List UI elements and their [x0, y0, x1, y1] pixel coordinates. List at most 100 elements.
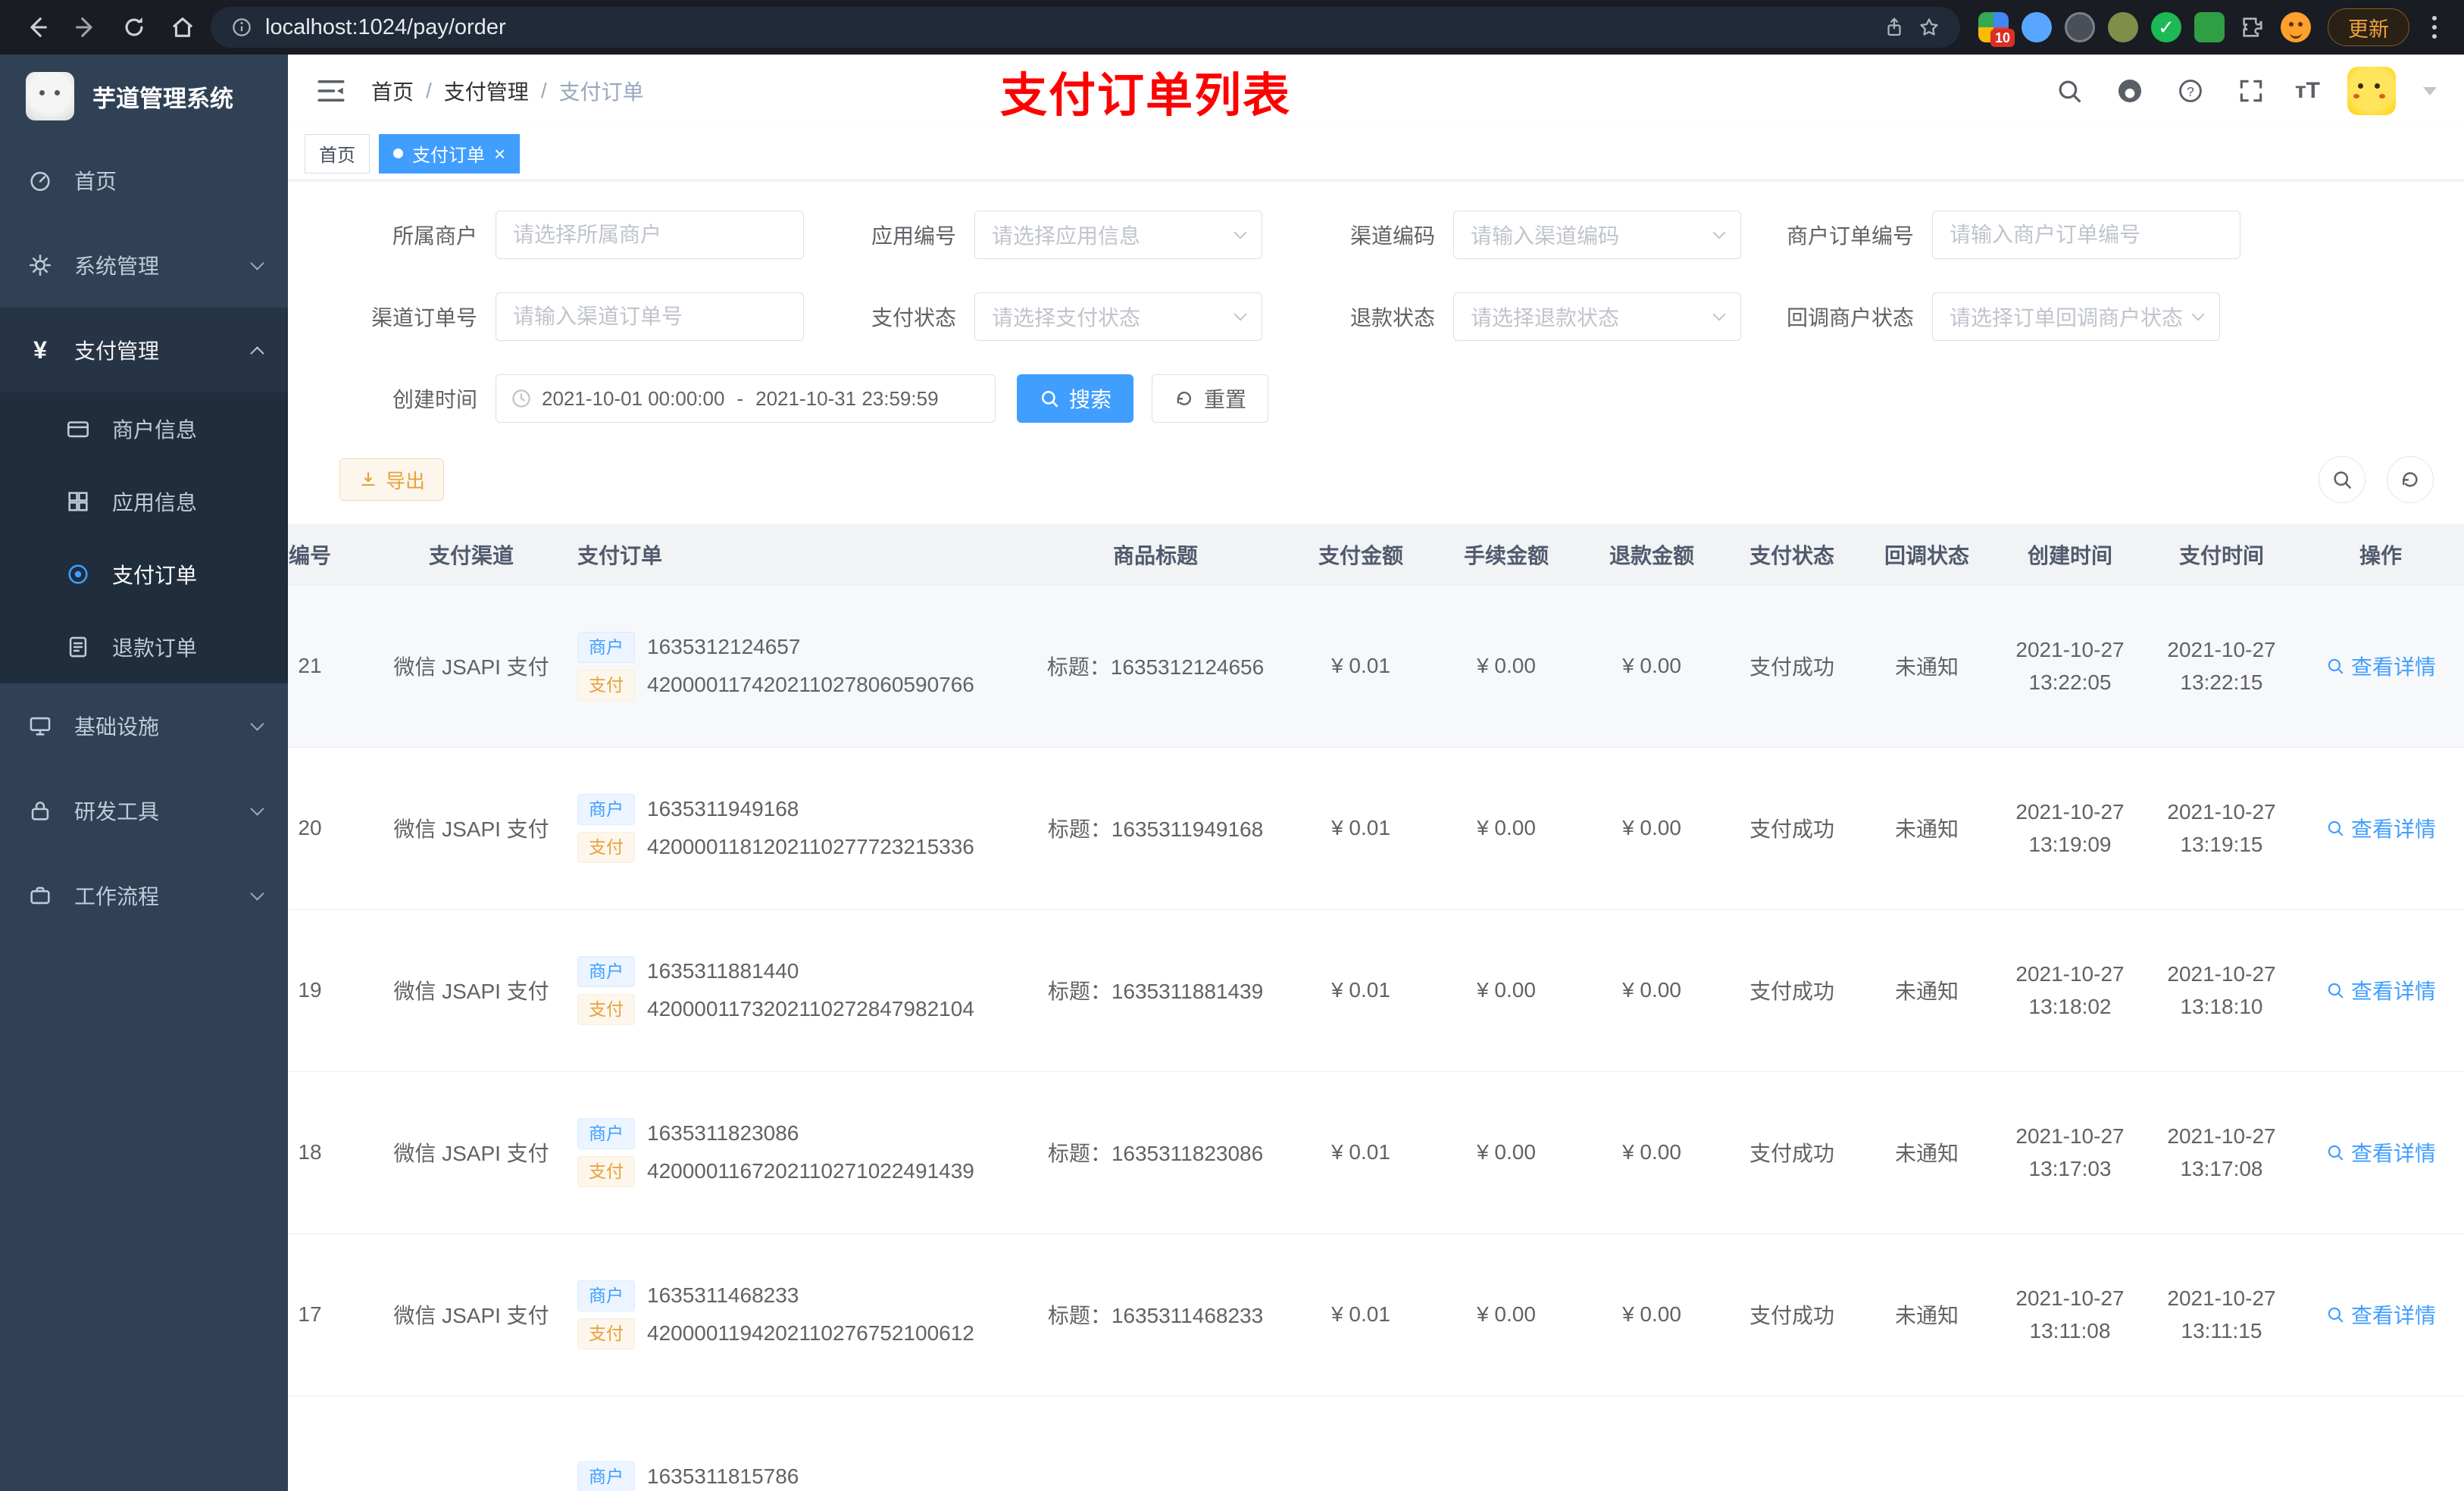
sidebar-item-dev-tools[interactable]: 研发工具	[0, 768, 288, 853]
filter-field-merchant-order-no: 商户订单编号	[1755, 211, 2240, 259]
active-dot	[393, 148, 403, 158]
extension-check-icon[interactable]: ✓	[2151, 12, 2181, 42]
sidebar-item-infrastructure[interactable]: 基础设施	[0, 683, 288, 768]
browser-menu-icon[interactable]	[2422, 16, 2447, 39]
table-header-row: 编号 支付渠道 支付订单 商品标题 支付金额 手续金额 退款金额 支付状态 回调…	[288, 524, 2464, 586]
bank-card-icon	[64, 414, 92, 443]
app-logo[interactable]: 芋道管理系统	[0, 55, 288, 138]
sidebar-item-app-info[interactable]: 应用信息	[0, 465, 288, 538]
view-detail-link[interactable]: 查看详情	[2325, 813, 2436, 843]
breadcrumb-home[interactable]: 首页	[371, 76, 414, 106]
chevron-down-icon	[250, 801, 264, 816]
sidebar: 芋道管理系统 首页 系统管理 ¥ 支付管理 商户信息 应用信息 支付订单 退款订…	[0, 55, 288, 1491]
merchant-order-no-field[interactable]	[1950, 223, 2223, 247]
date-range-picker[interactable]: 2021-10-01 00:00:00 - 2021-10-31 23:59:5…	[496, 374, 996, 423]
merchant-tag: 商户	[577, 1280, 635, 1311]
sidebar-item-merchant-info[interactable]: 商户信息	[0, 392, 288, 465]
orders-table: 编号 支付渠道 支付订单 商品标题 支付金额 手续金额 退款金额 支付状态 回调…	[288, 524, 2464, 1491]
extensions-puzzle-icon[interactable]	[2237, 12, 2268, 42]
filter-label: 创建时间	[392, 388, 477, 411]
sidebar-item-refund-order[interactable]: 退款订单	[0, 611, 288, 683]
sidebar-item-pay-order[interactable]: 支付订单	[0, 538, 288, 611]
share-icon[interactable]	[1883, 16, 1906, 39]
breadcrumb-section[interactable]: 支付管理	[444, 76, 529, 106]
bookmark-star-icon[interactable]	[1918, 16, 1940, 39]
search-icon[interactable]	[2053, 74, 2086, 108]
close-icon[interactable]: ×	[494, 144, 505, 164]
app-title: 芋道管理系统	[92, 85, 233, 112]
browser-forward-button[interactable]	[65, 7, 106, 48]
search-icon	[2334, 471, 2351, 489]
table-toolbar: 导出	[318, 456, 2434, 503]
refund-status-select[interactable]: 请选择退款状态	[1453, 292, 1741, 341]
help-icon[interactable]: ?	[2174, 74, 2207, 108]
view-detail-link[interactable]: 查看详情	[2325, 1299, 2436, 1330]
extension-green-square-icon[interactable]	[2194, 12, 2225, 42]
filter-field-app: 应用编号 请选择应用信息	[797, 211, 1262, 259]
extension-dark-icon[interactable]	[2065, 12, 2095, 42]
extension-colorful-icon[interactable]: 10	[1978, 12, 2015, 47]
refresh-icon	[2403, 472, 2418, 487]
merchant-order-no-input[interactable]	[1932, 211, 2240, 259]
col-channel: 支付渠道	[374, 524, 568, 586]
date-end-value[interactable]: 2021-10-31 23:59:59	[755, 387, 938, 411]
view-detail-link[interactable]: 查看详情	[2325, 651, 2436, 681]
fullscreen-icon[interactable]	[2234, 74, 2268, 108]
filter-field-refund-status: 退款状态 请选择退款状态	[1276, 292, 1741, 341]
payment-submenu: 商户信息 应用信息 支付订单 退款订单	[0, 392, 288, 683]
profile-avatar-icon[interactable]	[2281, 12, 2311, 42]
merchant-tag: 商户	[577, 1117, 635, 1149]
url-text[interactable]: localhost:1024/pay/order	[265, 15, 506, 40]
browser-home-button[interactable]	[162, 7, 203, 48]
monitor-icon	[26, 711, 55, 740]
filter-field-create-time: 创建时间 2021-10-01 00:00:00 - 2021-10-31 23…	[318, 374, 2434, 423]
extension-drop-icon[interactable]	[2022, 12, 2052, 42]
search-icon	[2328, 1145, 2344, 1161]
col-title: 商品标题	[1023, 524, 1288, 586]
extensions-area: 10 ✓	[1978, 12, 2311, 47]
table-row-partial: 商户 1635311815786	[288, 1396, 2464, 1491]
toggle-search-button[interactable]	[2319, 456, 2366, 503]
pay-status-select[interactable]: 请选择支付状态	[974, 292, 1262, 341]
sidebar-item-home[interactable]: 首页	[0, 138, 288, 223]
browser-update-button[interactable]: 更新	[2328, 8, 2409, 46]
app-select[interactable]: 请选择应用信息	[974, 211, 1262, 259]
info-icon[interactable]	[230, 16, 253, 39]
search-button[interactable]: 搜索	[1017, 374, 1134, 423]
browser-back-button[interactable]	[17, 7, 58, 48]
sidebar-item-workflow[interactable]: 工作流程	[0, 853, 288, 938]
filter-label: 回调商户状态	[1786, 306, 1914, 330]
extension-olive-icon[interactable]	[2108, 12, 2138, 42]
merchant-input-field[interactable]	[513, 223, 786, 247]
merchant-input[interactable]	[496, 211, 804, 259]
col-status: 支付状态	[1724, 524, 1859, 586]
address-bar[interactable]: localhost:1024/pay/order	[211, 7, 1960, 48]
tag-home[interactable]: 首页	[305, 133, 370, 173]
channel-order-no-field[interactable]	[513, 305, 786, 329]
date-start-value[interactable]: 2021-10-01 00:00:00	[542, 387, 724, 411]
document-icon	[64, 633, 92, 661]
refresh-table-button[interactable]	[2387, 456, 2434, 503]
channel-order-no-input[interactable]	[496, 292, 804, 341]
browser-reload-button[interactable]	[114, 7, 155, 48]
view-detail-link[interactable]: 查看详情	[2325, 975, 2436, 1005]
tag-pay-order[interactable]: 支付订单 ×	[379, 133, 521, 173]
search-icon	[2328, 983, 2344, 999]
reset-button[interactable]: 重置	[1152, 374, 1269, 423]
channel-code-select[interactable]: 请输入渠道编码	[1453, 211, 1741, 259]
chevron-down-icon	[250, 716, 264, 731]
caret-down-icon[interactable]	[2423, 86, 2437, 95]
view-detail-link[interactable]: 查看详情	[2325, 1137, 2436, 1167]
sidebar-item-system[interactable]: 系统管理	[0, 223, 288, 308]
pay-tag: 支付	[577, 1318, 635, 1349]
notify-status-select[interactable]: 请选择订单回调商户状态	[1932, 292, 2220, 341]
filter-field-channel-code: 渠道编码 请输入渠道编码	[1276, 211, 1741, 259]
sidebar-item-payment[interactable]: ¥ 支付管理	[0, 308, 288, 392]
search-icon	[2328, 658, 2344, 674]
github-icon[interactable]	[2113, 74, 2147, 108]
export-button[interactable]: 导出	[339, 458, 445, 501]
user-avatar[interactable]	[2347, 67, 2396, 115]
page-annotation: 支付订单列表	[1000, 70, 1292, 122]
font-size-icon[interactable]: тT	[2295, 78, 2320, 104]
sidebar-toggle-icon[interactable]	[315, 75, 347, 107]
